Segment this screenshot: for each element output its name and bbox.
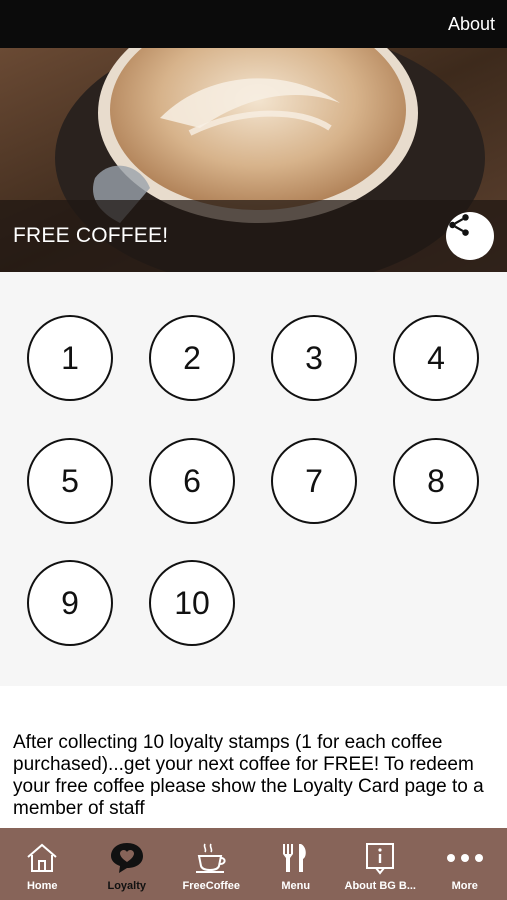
top-bar: About: [0, 0, 507, 48]
share-icon: [449, 214, 469, 236]
stamp-6: 6: [149, 438, 235, 524]
loyalty-description: After collecting 10 loyalty stamps (1 fo…: [13, 732, 484, 819]
stamp-9: 9: [27, 560, 113, 646]
tab-about-label: About BG B...: [344, 880, 417, 892]
tab-more[interactable]: More: [423, 828, 507, 900]
more-dots-icon: [446, 854, 483, 862]
tab-about[interactable]: About BG B...: [338, 828, 423, 900]
share-button[interactable]: [446, 212, 494, 260]
stamp-2: 2: [149, 315, 235, 401]
tab-menu-label: Menu: [281, 880, 311, 892]
tab-home-label: Home: [26, 880, 58, 892]
tab-loyalty-label: Loyalty: [107, 880, 146, 892]
tab-freecoffee[interactable]: FreeCoffee: [169, 828, 254, 900]
tab-loyalty[interactable]: Loyalty: [85, 828, 170, 900]
stamp-7: 7: [271, 438, 357, 524]
home-icon: [27, 843, 57, 872]
stamp-8: 8: [393, 438, 479, 524]
tab-home[interactable]: Home: [0, 828, 85, 900]
info-icon: [366, 843, 395, 875]
tab-freecoffee-label: FreeCoffee: [182, 880, 240, 892]
stamp-3: 3: [271, 315, 357, 401]
loyalty-stamp-grid: 1 2 3 4 5 6 7 8 9 10: [0, 272, 507, 686]
stamp-10: 10: [149, 560, 235, 646]
tab-more-label: More: [451, 880, 478, 892]
coffee-cup-icon: [196, 843, 226, 873]
hero-title: FREE COFFEE!: [13, 224, 169, 247]
tab-menu[interactable]: Menu: [254, 828, 339, 900]
hero-banner: FREE COFFEE!: [0, 48, 507, 272]
heart-bubble-icon: [110, 843, 143, 873]
stamp-4: 4: [393, 315, 479, 401]
fork-knife-icon: [282, 844, 306, 872]
stamp-1: 1: [27, 315, 113, 401]
bottom-tab-bar: Home Loyalty FreeCoffee Menu About BG B.…: [0, 828, 507, 900]
about-link[interactable]: About: [448, 14, 495, 35]
stamp-5: 5: [27, 438, 113, 524]
